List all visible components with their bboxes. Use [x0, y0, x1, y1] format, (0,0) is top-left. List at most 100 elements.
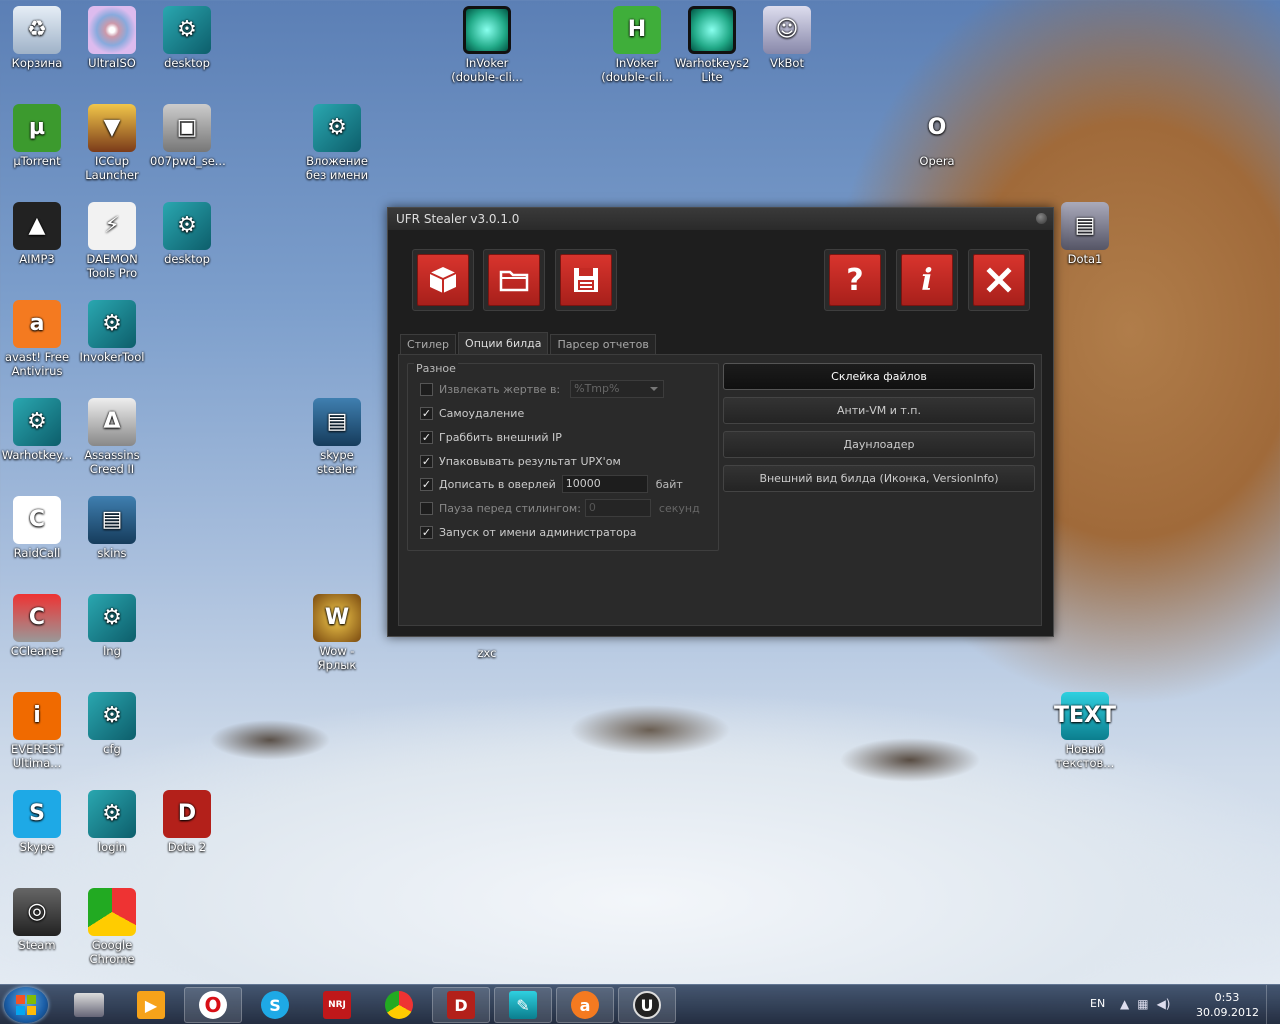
info-button[interactable]: i: [896, 249, 958, 311]
taskbar-avast[interactable]: a: [556, 987, 614, 1023]
desktop-icon-skins[interactable]: ▤ skins: [75, 496, 149, 560]
steam-icon: ◎: [13, 888, 61, 936]
aimp-icon: ▲: [13, 202, 61, 250]
overlay-size-input[interactable]: 10000: [561, 475, 648, 493]
desktop-icon-invokertool[interactable]: ⚙ InvokerTool: [75, 300, 149, 364]
taskbar-media-player[interactable]: ▶: [122, 987, 180, 1023]
chrome-icon: [385, 991, 413, 1019]
tools-icon: ✎: [509, 991, 537, 1019]
desktop-icon-label: Steam: [18, 938, 56, 952]
desktop-icon-steam[interactable]: ◎ Steam: [0, 888, 74, 952]
tab-stealer[interactable]: Стилер: [400, 334, 457, 354]
desktop-icon-label: login: [97, 840, 126, 854]
desktop-icon-avast[interactable]: a avast! Free Antivirus: [0, 300, 74, 378]
desktop-icon-zxc[interactable]: zxc: [450, 646, 524, 660]
desktop-icon-label: RaidCall: [13, 546, 61, 560]
desktop-icon-label: zxc: [477, 646, 497, 660]
downloader-button[interactable]: Даунлоадер: [723, 431, 1035, 458]
tray-expand-icon[interactable]: ▲: [1120, 997, 1129, 1011]
desktop-icon-warhotkeys2[interactable]: Warhotkeys2 Lite: [675, 6, 749, 84]
extract-path-select[interactable]: %Tmp%: [570, 380, 665, 398]
close-button[interactable]: [968, 249, 1030, 311]
desktop-icon-everest[interactable]: i EVEREST Ultima...: [0, 692, 74, 770]
taskbar: ▶ O S NRJ D ✎ a U EN ▲ ▦ ◀) 0:53 30.09.2…: [0, 984, 1280, 1024]
taskbar-radio[interactable]: NRJ: [308, 987, 366, 1023]
desktop-icon-desktop-2[interactable]: ⚙ desktop: [150, 202, 224, 266]
desktop-icon-raidcall[interactable]: C RaidCall: [0, 496, 74, 560]
bind-files-button[interactable]: Склейка файлов: [723, 363, 1035, 390]
taskbar-explorer[interactable]: [60, 987, 118, 1023]
upx-label: Упаковывать результат UPX'ом: [439, 454, 621, 468]
desktop-icon-warhotkey[interactable]: ⚙ Warhotkey...: [0, 398, 74, 462]
desktop-icon-attachment[interactable]: ⚙ Вложение без имени: [300, 104, 374, 182]
tab-report-parser[interactable]: Парсер отчетов: [550, 334, 656, 354]
pause-checkbox[interactable]: [420, 501, 433, 515]
show-desktop-button[interactable]: [1266, 985, 1280, 1024]
desktop-icon-vkbot[interactable]: ☺ VkBot: [750, 6, 824, 70]
desktop-icon-iccup[interactable]: ▼ ICCup Launcher: [75, 104, 149, 182]
build-appearance-button[interactable]: Внешний вид билда (Иконка, VersionInfo): [723, 465, 1035, 492]
grab-ip-checkbox[interactable]: ✓: [420, 430, 433, 444]
desktop-icon-skype-stealer[interactable]: ▤ skype stealer: [300, 398, 374, 476]
desktop-icon-ccleaner[interactable]: C CCleaner: [0, 594, 74, 658]
extract-checkbox[interactable]: [420, 382, 433, 396]
upx-checkbox[interactable]: ✓: [420, 454, 433, 468]
desktop-icon-assassins[interactable]: Δ Assassins Creed II: [75, 398, 149, 476]
system-tray: ▲ ▦ ◀): [1120, 997, 1171, 1011]
desktop-icon-new-text[interactable]: TEXT Новый текстов...: [1048, 692, 1122, 770]
desktop-icon-daemon[interactable]: ⚡ DAEMON Tools Pro: [75, 202, 149, 280]
desktop-icon-lng[interactable]: ⚙ lng: [75, 594, 149, 658]
pause-seconds-input[interactable]: 0: [584, 499, 651, 517]
gear-file-icon: ⚙: [163, 6, 211, 54]
open-button[interactable]: [483, 249, 545, 311]
desktop-icon-aimp3[interactable]: ▲ AIMP3: [0, 202, 74, 266]
taskbar-ufr-stealer[interactable]: ✎: [494, 987, 552, 1023]
desktop-icon-label: UltraISO: [88, 56, 136, 70]
desktop-icon-invoker-2[interactable]: H InVoker (double-cli...: [600, 6, 674, 84]
desktop-icon-ultraiso[interactable]: UltraISO: [75, 6, 149, 70]
save-button[interactable]: [555, 249, 617, 311]
desktop-icon-007pwd[interactable]: ▣ 007pwd_se...: [150, 104, 226, 168]
selfdelete-checkbox[interactable]: ✓: [420, 406, 433, 420]
desktop-icon-label: avast! Free Antivirus: [4, 350, 70, 378]
help-button[interactable]: ?: [824, 249, 886, 311]
desktop-icon-recycle-bin[interactable]: ♻ Корзина: [0, 6, 74, 70]
window-titlebar[interactable]: UFR Stealer v3.0.1.0: [388, 208, 1053, 230]
desktop-icon-wow[interactable]: W Wow - Ярлык: [300, 594, 374, 672]
build-button[interactable]: [412, 249, 474, 311]
assassins-creed-icon: Δ: [88, 398, 136, 446]
language-indicator[interactable]: EN: [1090, 997, 1105, 1010]
start-button[interactable]: [4, 987, 48, 1023]
network-icon[interactable]: ▦: [1137, 997, 1148, 1011]
desktop-icon-chrome[interactable]: Google Chrome: [75, 888, 149, 966]
desktop-icon-opera[interactable]: O Opera: [900, 104, 974, 169]
floppy-disk-icon: [560, 254, 612, 306]
desktop-icon-desktop-1[interactable]: ⚙ desktop: [150, 6, 224, 70]
desktop-icon-invoker-1[interactable]: InVoker (double-cli...: [450, 6, 524, 84]
volume-icon[interactable]: ◀): [1157, 997, 1171, 1011]
overlay-checkbox[interactable]: ✓: [420, 477, 433, 491]
desktop-icon-login[interactable]: ⚙ login: [75, 790, 149, 854]
ccleaner-icon: C: [13, 594, 61, 642]
desktop-icon-dota1[interactable]: ▤ Dota1: [1048, 202, 1122, 266]
desktop-icon-label: skype stealer: [317, 448, 357, 476]
desktop-icon-cfg[interactable]: ⚙ cfg: [75, 692, 149, 756]
overlay-row: ✓ Дописать в оверлей 10000 байт: [420, 475, 683, 493]
opera-icon: O: [927, 115, 947, 140]
window-menu-knob-icon[interactable]: [1036, 213, 1047, 224]
taskbar-opera[interactable]: O: [184, 987, 242, 1023]
desktop-icon-skype[interactable]: S Skype: [0, 790, 74, 854]
tab-build-options[interactable]: Опции билда: [458, 332, 549, 354]
desktop-icon-utorrent[interactable]: µ µTorrent: [0, 104, 74, 168]
taskbar-uplay[interactable]: U: [618, 987, 676, 1023]
desktop-icon-label: CCleaner: [10, 644, 64, 658]
desktop-icon-dota2[interactable]: D Dota 2: [150, 790, 224, 854]
desktop-icon-label: ICCup Launcher: [85, 154, 139, 182]
u-logo-icon: U: [633, 991, 661, 1019]
taskbar-dota2[interactable]: D: [432, 987, 490, 1023]
anti-vm-button[interactable]: Анти-VM и т.п.: [723, 397, 1035, 424]
admin-checkbox[interactable]: ✓: [420, 525, 433, 539]
taskbar-skype[interactable]: S: [246, 987, 304, 1023]
taskbar-chrome[interactable]: [370, 987, 428, 1023]
clock[interactable]: 0:53 30.09.2012: [1196, 990, 1259, 1020]
